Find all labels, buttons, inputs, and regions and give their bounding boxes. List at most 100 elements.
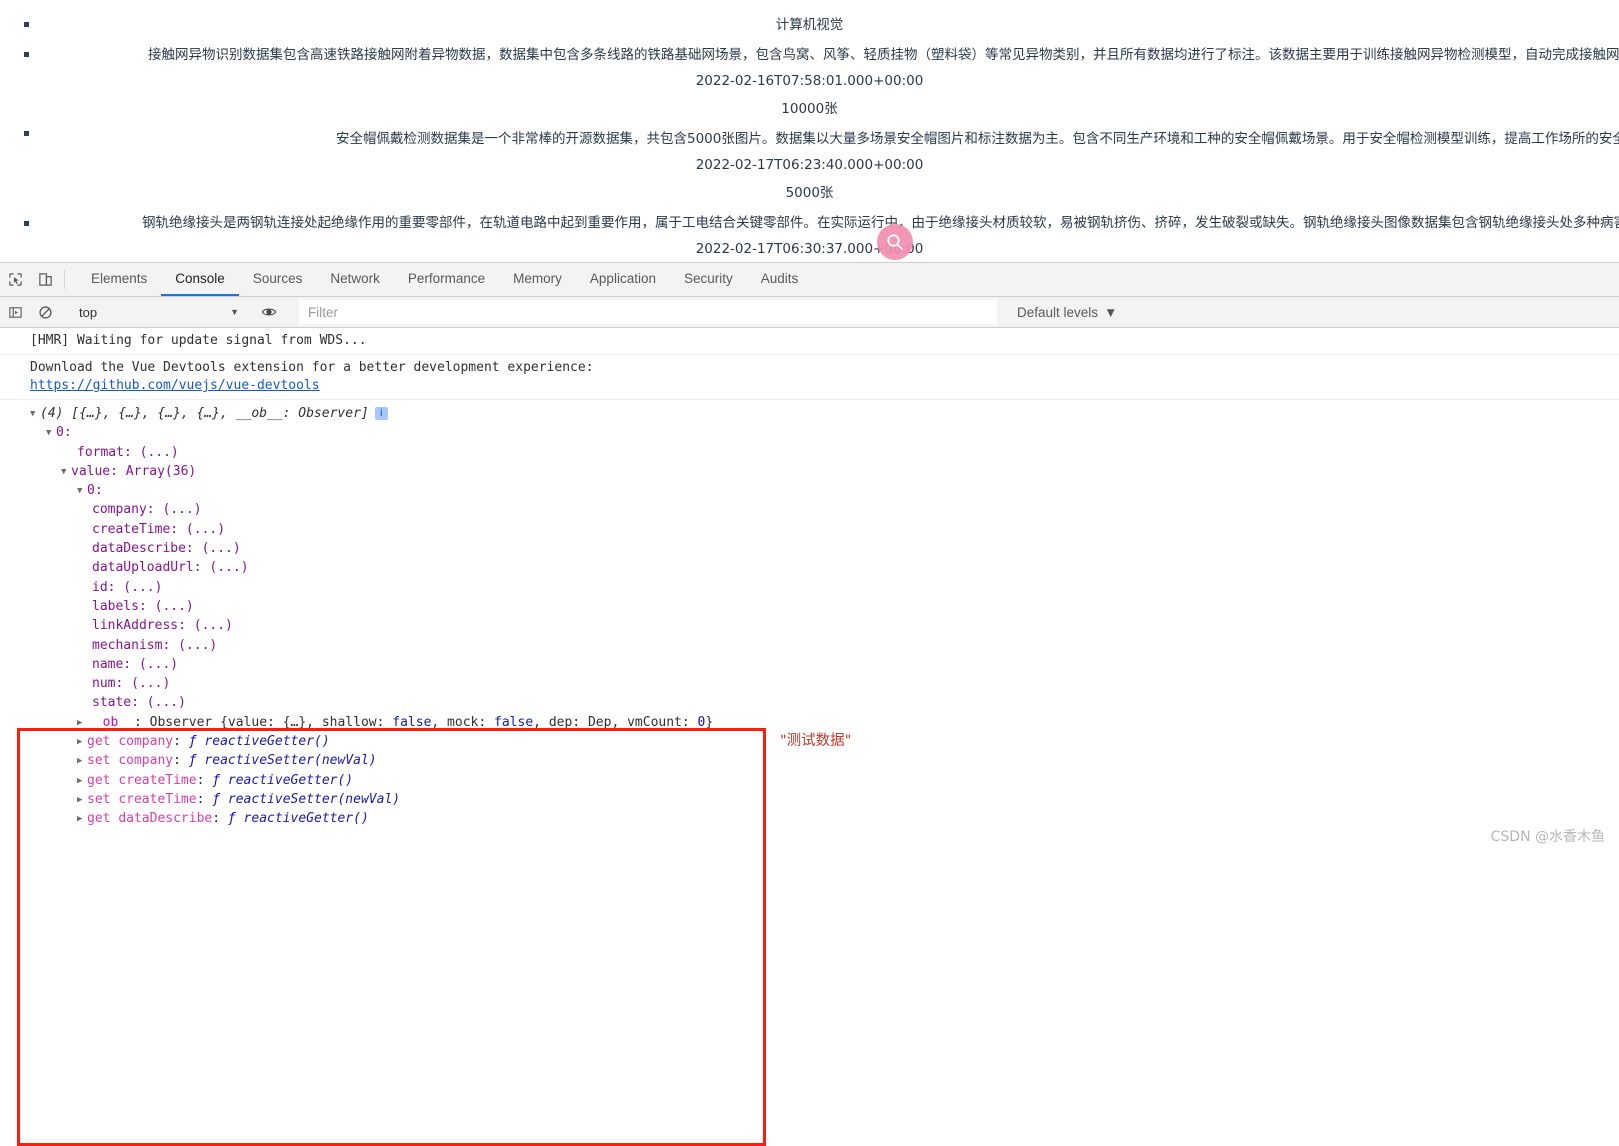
object-root-row[interactable]: (4) [{…}, {…}, {…}, {…}, __ob__: Observe… (30, 404, 1619, 423)
function-marker: ƒ (188, 734, 197, 750)
accessor-name: company (118, 753, 174, 769)
devtools-tab-list: Elements Console Sources Network Perform… (77, 263, 812, 296)
array-index-0-row[interactable]: 0: (30, 481, 1619, 500)
web-page-content: 计算机视觉 接触网异物识别数据集包含高速铁路接触网附着异物数据，数据集中包含多条… (0, 0, 1619, 262)
vue-devtools-link[interactable]: https://github.com/vuejs/vue-devtools (30, 378, 320, 393)
property-label: dataUploadUrl: (...) (92, 560, 249, 576)
observer-body-3: , dep: Dep, vmCount: (533, 714, 698, 730)
dataset-description-2: 安全帽佩戴检测数据集是一个非常棒的开源数据集，共包含5000张图片。数据集以大量… (336, 131, 1619, 147)
observer-body-1: {value: {…}, shallow: (220, 714, 393, 730)
live-expression-icon[interactable] (254, 304, 284, 320)
property-datadescribe[interactable]: dataDescribe: (...) (30, 539, 1619, 558)
property-value-row[interactable]: value: Array(36) (30, 462, 1619, 481)
tab-network[interactable]: Network (316, 263, 394, 296)
property-label: num: (...) (92, 676, 171, 692)
chevron-down-icon: ▼ (1104, 304, 1118, 320)
object-index-label: 0: (56, 425, 72, 441)
accessor-function: reactiveGetter() (204, 734, 330, 750)
log-levels-select[interactable]: Default levels ▼ (1017, 305, 1117, 320)
console-sidebar-icon[interactable] (0, 305, 30, 320)
chevron-right-icon[interactable] (77, 791, 87, 810)
dataset-count-2: 5000张 (785, 185, 834, 201)
function-marker: ƒ (188, 753, 197, 769)
accessor-name: dataDescribe (118, 811, 213, 827)
property-id[interactable]: id: (...) (30, 578, 1619, 597)
tab-sources[interactable]: Sources (239, 263, 317, 296)
accessor-set-company[interactable]: set company: ƒ reactiveSetter(newVal) (30, 751, 1619, 770)
observer-mock-value: false (494, 714, 534, 730)
accessor-get-datadescribe[interactable]: get dataDescribe: ƒ reactiveGetter() (30, 809, 1619, 828)
chevron-right-icon[interactable] (77, 810, 87, 829)
toolbar-divider (64, 270, 65, 289)
console-output: [HMR] Waiting for update signal from WDS… (0, 328, 1619, 1146)
property-label: linkAddress: (...) (92, 618, 233, 634)
tab-performance[interactable]: Performance (394, 263, 499, 296)
tab-elements[interactable]: Elements (77, 263, 161, 296)
console-object-tree: (4) [{…}, {…}, {…}, {…}, __ob__: Observe… (0, 400, 1619, 829)
filter-placeholder-text: Filter (308, 304, 338, 320)
observer-ctor: Observer (149, 714, 213, 730)
property-label: name: (...) (92, 656, 179, 672)
filter-input[interactable]: Filter (299, 300, 997, 324)
array-index-label: 0: (87, 483, 103, 499)
chevron-right-icon[interactable] (77, 772, 87, 791)
tab-application[interactable]: Application (576, 263, 670, 296)
devtools-tabbar: Elements Console Sources Network Perform… (0, 263, 1619, 297)
info-icon[interactable]: i (374, 407, 388, 420)
accessor-get-createtime[interactable]: get createTime: ƒ reactiveGetter() (30, 771, 1619, 790)
list-bullet (24, 131, 29, 136)
dataset-description-1: 接触网异物识别数据集包含高速铁路接触网附着异物数据，数据集中包含多条线路的铁路基… (148, 47, 1619, 63)
chevron-down-icon: ▼ (230, 307, 239, 317)
accessor-function: reactiveGetter() (227, 772, 354, 788)
accessor-name: company (118, 734, 174, 750)
tab-audits[interactable]: Audits (747, 263, 813, 296)
chevron-right-icon[interactable] (77, 733, 87, 752)
array-preview: (4) [{…}, {…}, {…}, {…}, __ob__: Observe… (40, 406, 369, 421)
inspect-element-icon[interactable] (0, 263, 30, 296)
chevron-right-icon[interactable] (77, 714, 87, 733)
chevron-down-icon[interactable] (77, 482, 87, 501)
chevron-right-icon[interactable] (77, 752, 87, 771)
log-levels-label: Default levels (1017, 304, 1099, 320)
accessor-function: reactiveSetter(newVal) (227, 791, 401, 807)
dataset-createtime-3: 2022-02-17T06:30:37.000+00:00 (695, 241, 924, 257)
chevron-down-icon[interactable] (30, 405, 40, 424)
property-mechanism[interactable]: mechanism: (...) (30, 636, 1619, 655)
observer-key: __ob__ (87, 714, 134, 730)
console-message-vue-devtools: Download the Vue Devtools extension for … (0, 355, 1619, 400)
accessor-kind: get (87, 811, 111, 827)
property-num[interactable]: num: (...) (30, 674, 1619, 693)
list-bullet (24, 221, 29, 226)
property-label: labels: (...) (92, 598, 194, 614)
chevron-down-icon[interactable] (61, 463, 71, 482)
property-name[interactable]: name: (...) (30, 655, 1619, 674)
function-marker: ƒ (212, 772, 221, 788)
accessor-name: createTime (118, 772, 197, 788)
accessor-set-createtime[interactable]: set createTime: ƒ reactiveSetter(newVal) (30, 790, 1619, 809)
property-linkaddress[interactable]: linkAddress: (...) (30, 616, 1619, 635)
property-labels[interactable]: labels: (...) (30, 597, 1619, 616)
property-createtime[interactable]: createTime: (...) (30, 520, 1619, 539)
clear-console-icon[interactable] (30, 305, 60, 320)
tab-security[interactable]: Security (670, 263, 747, 296)
property-datauploadurl[interactable]: dataUploadUrl: (...) (30, 558, 1619, 577)
function-marker: ƒ (212, 791, 221, 807)
accessor-name: createTime (118, 791, 197, 807)
property-label: mechanism: (...) (92, 637, 218, 653)
property-format[interactable]: format: (...) (30, 443, 1619, 462)
chevron-down-icon[interactable] (46, 424, 56, 443)
property-company[interactable]: company: (...) (30, 500, 1619, 519)
property-state[interactable]: state: (...) (30, 693, 1619, 712)
accessor-function: reactiveSetter(newVal) (204, 753, 377, 769)
tab-console[interactable]: Console (161, 263, 239, 296)
dataset-createtime-1: 2022-02-16T07:58:01.000+00:00 (695, 73, 924, 89)
annotation-label: "测试数据" (780, 733, 852, 749)
object-index-0-row[interactable]: 0: (30, 423, 1619, 442)
execution-context-select[interactable]: top ▼ (73, 301, 245, 323)
device-toolbar-icon[interactable] (30, 263, 60, 296)
accessor-kind: set (87, 753, 111, 769)
accessor-kind: get (87, 772, 111, 788)
accessor-kind: get (87, 734, 111, 750)
observer-body-2: , mock: (431, 714, 495, 730)
tab-memory[interactable]: Memory (499, 263, 576, 296)
